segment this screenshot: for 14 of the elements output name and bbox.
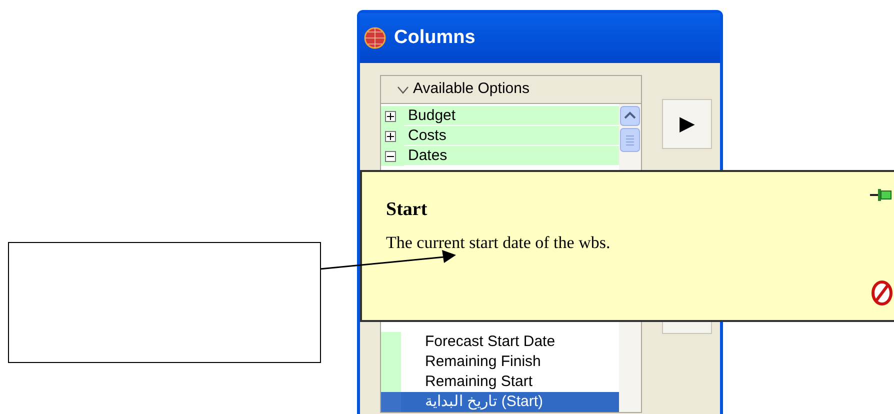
collapse-icon[interactable] [385, 150, 396, 162]
expand-icon[interactable] [385, 130, 396, 142]
scroll-thumb-icon[interactable] [620, 128, 640, 152]
options-header[interactable]: Available Options [381, 76, 641, 104]
tooltip-description: The current start date of the wbs. [386, 232, 610, 254]
expand-icon[interactable] [385, 110, 396, 122]
globe-icon [364, 27, 386, 49]
add-button[interactable]: ▶ [662, 99, 712, 149]
tree-item[interactable]: تاريخ البداية (Start) [381, 392, 619, 412]
stop-icon[interactable] [871, 280, 893, 306]
pin-icon[interactable] [870, 188, 892, 202]
window-title: Columns [394, 26, 476, 50]
scroll-up-icon[interactable] [620, 106, 640, 126]
tooltip-title: Start [386, 198, 428, 222]
